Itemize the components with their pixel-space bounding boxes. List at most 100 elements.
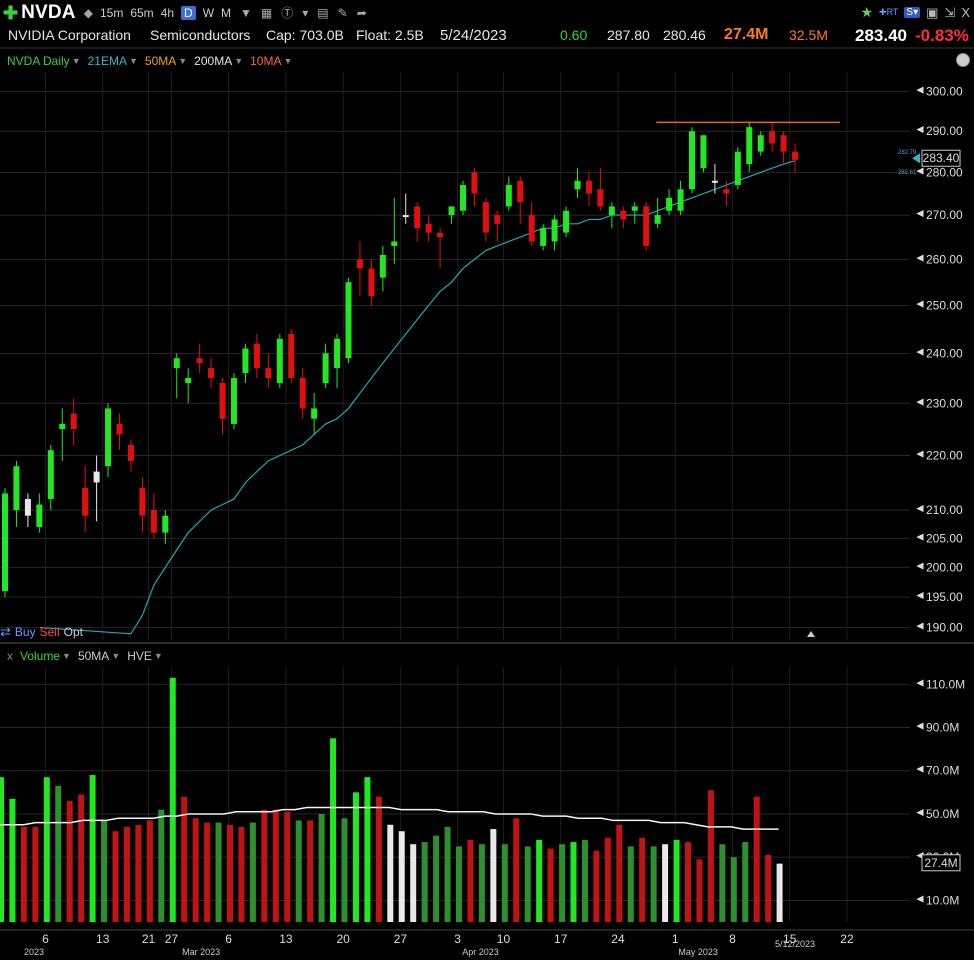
- volume-bar: [707, 790, 714, 922]
- candle-body: [356, 259, 363, 269]
- candle-body: [288, 333, 295, 379]
- candle-body: [563, 210, 570, 233]
- volume-bar: [639, 837, 646, 922]
- last-price-label: 283.40: [923, 151, 960, 165]
- volume-bar: [410, 844, 417, 922]
- candle-body: [139, 487, 146, 516]
- candle-body: [734, 151, 741, 186]
- price-tick-mark: ◄: [914, 250, 926, 264]
- price-tick-label: 230.00: [926, 396, 963, 410]
- date-tick-label: 13: [96, 932, 110, 946]
- candle-body: [59, 423, 66, 430]
- candle-body: [551, 219, 558, 242]
- volume-bar: [169, 677, 176, 922]
- price-tick-label: 290.00: [926, 124, 963, 138]
- volume-bar: [204, 822, 211, 922]
- volume-tick-mark: ◄: [914, 675, 926, 689]
- volume-bar: [501, 844, 508, 922]
- volume-bar: [66, 800, 73, 922]
- volume-tick-label: 90.0M: [926, 721, 959, 735]
- volume-bar: [581, 839, 588, 922]
- candle-body: [517, 180, 524, 203]
- candle-body: [334, 338, 341, 369]
- candle-body: [654, 215, 661, 224]
- volume-bar: [78, 794, 85, 922]
- volume-bar: [375, 796, 382, 922]
- volume-bar: [158, 809, 165, 922]
- volume-bar: [146, 820, 153, 922]
- date-tick-label: 13: [279, 932, 293, 946]
- legend-volume-caret-icon[interactable]: ▼: [62, 651, 71, 661]
- candle-body: [253, 343, 260, 369]
- volume-bar: [330, 738, 337, 922]
- price-tick-mark: ◄: [914, 558, 926, 572]
- sell-button[interactable]: Sell: [40, 625, 60, 639]
- candle-body: [150, 510, 157, 533]
- options-button[interactable]: Opt: [64, 625, 83, 639]
- candle-body: [242, 348, 249, 374]
- price-tick-mark: ◄: [914, 529, 926, 543]
- volume-bar: [490, 829, 497, 922]
- legend-volume-50ma-caret-icon[interactable]: ▼: [111, 651, 120, 661]
- legend-volume-50ma[interactable]: 50MA: [78, 649, 109, 663]
- volume-tick-mark: ◄: [914, 719, 926, 733]
- volume-bar: [524, 846, 531, 922]
- volume-bar: [387, 824, 394, 922]
- candle-body: [620, 210, 627, 220]
- candle-body: [173, 358, 180, 369]
- price-tick-mark: ◄: [914, 446, 926, 460]
- price-tick-mark: ◄: [914, 501, 926, 515]
- volume-bar: [55, 785, 62, 922]
- price-tick-label: 250.00: [926, 298, 963, 312]
- ema-value-label: 282.79: [898, 150, 917, 156]
- candle-body: [196, 358, 203, 364]
- candle-body: [494, 215, 501, 224]
- price-tick-mark: ◄: [914, 344, 926, 358]
- candle-body: [437, 232, 444, 238]
- candle-body: [105, 408, 112, 467]
- volume-bar: [478, 844, 485, 922]
- candle-body: [47, 450, 54, 499]
- buy-button[interactable]: Buy: [15, 625, 36, 639]
- volume-bar: [696, 859, 703, 922]
- price-tick-label: 200.00: [926, 560, 963, 574]
- date-marker-label: 5/12/2023: [775, 939, 815, 949]
- volume-bar: [616, 824, 623, 922]
- volume-bar: [9, 798, 16, 922]
- candle-body: [24, 498, 31, 516]
- volume-bar: [536, 839, 543, 922]
- candle-body: [311, 408, 318, 419]
- date-tick-label: 27: [165, 932, 179, 946]
- candle-body: [116, 423, 123, 435]
- candle-body: [505, 185, 512, 207]
- volume-bar: [513, 818, 520, 922]
- grid-lines: [0, 47, 974, 931]
- legend-hve[interactable]: HVE: [127, 649, 152, 663]
- date-tick-label: 6: [42, 932, 49, 946]
- candle-body: [231, 378, 237, 424]
- volume-bar: [135, 824, 142, 922]
- price-tick-label: 260.00: [926, 252, 963, 266]
- date-tick-label: 21: [142, 932, 156, 946]
- volume-bar: [593, 850, 600, 922]
- candle-body: [379, 254, 386, 278]
- volume-bar: [559, 844, 566, 922]
- legend-hve-caret-icon[interactable]: ▼: [154, 651, 163, 661]
- swap-icon[interactable]: ⇄: [0, 624, 11, 640]
- candle-body: [208, 368, 215, 379]
- chart-window: ✚ NVDA ◆ 15m 65m 4h D W M ▼ ▦ Ⓣ ▾ ▤ ✎ ➦ …: [0, 0, 974, 960]
- candle-body: [322, 353, 329, 384]
- volume-tick-label: 10.0M: [926, 893, 959, 907]
- volume-bar: [32, 826, 39, 922]
- price-tick-mark: ◄: [914, 394, 926, 408]
- last-volume-label: 27.4M: [924, 856, 957, 870]
- candle-body: [127, 444, 134, 461]
- volume-bar: [570, 842, 577, 922]
- volume-pane-close-icon[interactable]: x: [7, 649, 13, 663]
- candle-body: [13, 466, 20, 511]
- volume-bar: [467, 839, 474, 922]
- date-tick-label: 17: [554, 932, 568, 946]
- legend-volume[interactable]: Volume: [20, 649, 60, 663]
- date-tick-label: 3: [454, 932, 461, 946]
- candle-body: [36, 504, 43, 527]
